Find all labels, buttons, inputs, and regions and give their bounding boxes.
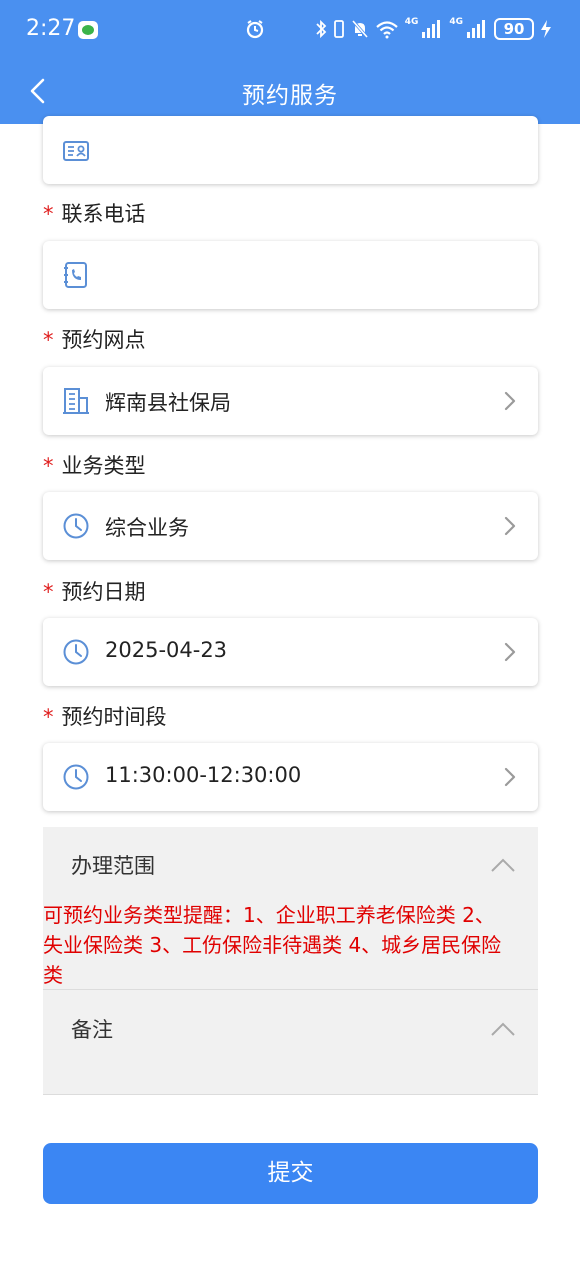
status-bar: 2:27 4G 4G 90 — [0, 0, 580, 60]
page-title: 预约服务 — [242, 83, 338, 109]
bluetooth-icon — [316, 19, 326, 39]
required-mark: * — [43, 705, 54, 729]
id-card-icon — [63, 141, 89, 161]
phone-label-text: 联系电话 — [61, 202, 146, 226]
phone-label: * 联系电话 — [43, 198, 146, 228]
chevron-right-icon — [504, 516, 516, 536]
date-label: * 预约日期 — [43, 576, 146, 606]
phone-book-icon — [64, 262, 87, 288]
required-mark: * — [43, 580, 54, 604]
network-type-label: 4G — [449, 17, 463, 27]
time-slot-value: 11:30:00-12:30:00 — [105, 763, 302, 787]
status-icons: 4G 4G 90 — [315, 17, 552, 40]
submit-button[interactable]: 提交 — [43, 1143, 538, 1204]
scope-title[interactable]: 办理范围 — [71, 850, 155, 880]
branch-label-text: 预约网点 — [61, 328, 146, 352]
chevron-right-icon — [504, 391, 516, 411]
signal-icon — [467, 20, 485, 38]
status-time: 2:27 — [26, 16, 76, 41]
chevron-up-icon[interactable] — [490, 1021, 516, 1037]
building-icon — [63, 388, 89, 414]
panel-divider — [43, 1094, 538, 1095]
name-field[interactable] — [43, 116, 538, 184]
wifi-icon — [375, 21, 398, 39]
remarks-title[interactable]: 备注 — [71, 1014, 113, 1044]
nav-bar: 预约服务 — [0, 60, 580, 124]
time-slot-label: * 预约时间段 — [43, 701, 167, 731]
clock-icon — [63, 513, 89, 539]
date-value: 2025-04-23 — [105, 638, 228, 662]
phone-field[interactable] — [43, 241, 538, 309]
branch-select[interactable]: 辉南县社保局 — [43, 367, 538, 435]
time-slot-select[interactable]: 11:30:00-12:30:00 — [43, 743, 538, 811]
date-label-text: 预约日期 — [61, 580, 146, 604]
service-type-reminder: 可预约业务类型提醒：1、企业职工养老保险类 2、失业保险类 3、工伤保险非待遇类… — [43, 903, 502, 987]
battery-level: 90 — [494, 18, 534, 40]
chevron-right-icon — [504, 642, 516, 662]
chevron-up-icon[interactable] — [490, 857, 516, 873]
clock-icon — [63, 639, 89, 665]
required-mark: * — [43, 328, 54, 352]
charging-icon — [541, 20, 551, 38]
service-type-select[interactable]: 综合业务 — [43, 492, 538, 560]
service-type-label-text: 业务类型 — [61, 454, 146, 478]
service-type-value: 综合业务 — [105, 516, 189, 540]
branch-label: * 预约网点 — [43, 324, 146, 354]
chevron-right-icon — [504, 767, 516, 787]
date-select[interactable]: 2025-04-23 — [43, 618, 538, 686]
wechat-notification-icon — [78, 21, 98, 39]
time-slot-label-text: 预约时间段 — [61, 705, 167, 729]
signal-icon — [422, 20, 441, 38]
required-mark: * — [43, 202, 54, 226]
service-type-label: * 业务类型 — [43, 450, 146, 480]
required-mark: * — [43, 454, 54, 478]
alarm-icon — [246, 20, 264, 39]
mute-bell-icon — [351, 20, 368, 38]
network-type-label: 4G — [404, 17, 419, 27]
clock-icon — [63, 764, 89, 790]
vibrate-icon — [333, 20, 344, 38]
branch-value: 辉南县社保局 — [105, 391, 231, 415]
